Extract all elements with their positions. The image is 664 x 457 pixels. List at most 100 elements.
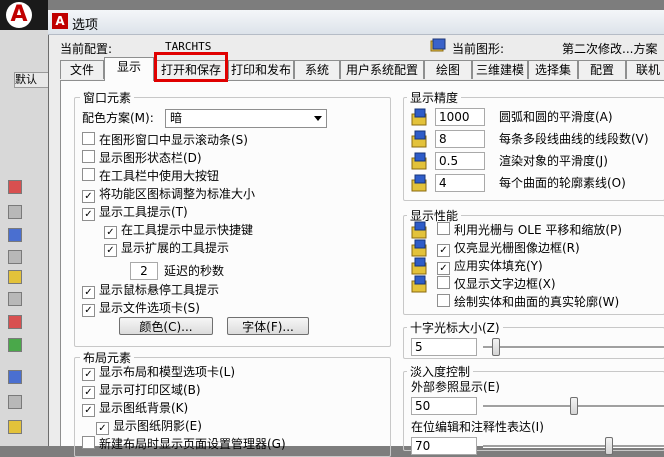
precision-input[interactable]: 1000 <box>435 108 485 126</box>
colors-button[interactable]: 颜色(C)... <box>119 317 213 335</box>
checkbox-unchecked[interactable] <box>82 150 95 163</box>
precision-input[interactable]: 8 <box>435 130 485 148</box>
checkbox-option[interactable]: 绘制实体和曲面的真实轮廓(W) <box>437 294 619 310</box>
precision-input[interactable]: 4 <box>435 174 485 192</box>
dialog-title-bar[interactable] <box>48 10 664 35</box>
checkbox-option[interactable]: ✓ 显示工具提示(T) <box>82 204 188 221</box>
checkbox-checked[interactable]: ✓ <box>82 190 95 203</box>
tool-icon[interactable] <box>8 395 22 409</box>
crosshair-size-input[interactable]: 5 <box>411 338 477 356</box>
precision-icon <box>411 174 427 192</box>
display-resolution-title: 显示精度 <box>407 89 462 106</box>
checkbox-checked[interactable]: ✓ <box>96 422 109 435</box>
dialog-app-icon: A <box>52 13 68 29</box>
checkbox-unchecked[interactable] <box>437 294 450 307</box>
checkbox-label: 在工具提示中显示快捷键 <box>121 223 254 237</box>
checkbox-label: 显示可打印区域(B) <box>99 383 201 397</box>
checkbox-option[interactable]: ✓ 显示图纸背景(K) <box>82 400 188 417</box>
performance-icon <box>411 257 427 275</box>
checkbox-option[interactable]: 在图形窗口中显示滚动条(S) <box>82 132 248 148</box>
precision-label: 每个曲面的轮廓素线(O) <box>499 176 626 190</box>
tab-4[interactable]: 系统 <box>294 60 340 79</box>
tab-8[interactable]: 选择集 <box>528 60 578 79</box>
tool-icon[interactable] <box>8 315 22 329</box>
checkbox-checked[interactable]: ✓ <box>82 208 95 221</box>
checkbox-option[interactable]: ✓ 显示鼠标悬停工具提示 <box>82 282 219 299</box>
tool-icon[interactable] <box>8 370 22 384</box>
checkbox-option[interactable]: 新建布局时显示页面设置管理器(G) <box>82 436 286 452</box>
tool-icon[interactable] <box>8 228 22 242</box>
crosshair-slider-track[interactable] <box>483 346 664 349</box>
drawing-file-icon <box>430 38 446 52</box>
checkbox-label: 显示扩展的工具提示 <box>121 241 230 255</box>
tab-6[interactable]: 绘图 <box>424 60 472 79</box>
checkbox-option[interactable]: ✓ 显示布局和模型选项卡(L) <box>82 364 235 381</box>
tab-9[interactable]: 配置 <box>578 60 626 79</box>
checkbox-label: 显示文件选项卡(S) <box>99 301 200 315</box>
tooltip-delay-input[interactable]: 2 <box>130 262 158 280</box>
tab-1[interactable]: 显示 <box>104 57 154 81</box>
host-tab-default[interactable]: 默认 <box>14 72 50 88</box>
precision-icon <box>411 152 427 170</box>
checkbox-checked[interactable]: ✓ <box>437 262 450 275</box>
xref-display-label: 外部参照显示(E) <box>411 380 500 394</box>
checkbox-label: 在工具栏中使用大按钮 <box>99 169 220 183</box>
tool-icon[interactable] <box>8 270 22 284</box>
checkbox-option[interactable]: ✓ 显示文件选项卡(S) <box>82 300 200 317</box>
display-tab-panel: 窗口元素 配色方案(M): 暗 2 延迟的秒数 颜色(C)... 字体(F)..… <box>60 80 664 457</box>
tool-icon[interactable] <box>8 292 22 306</box>
color-scheme-select[interactable]: 暗 <box>165 109 327 128</box>
checkbox-label: 仅显示文字边框(X) <box>454 277 556 291</box>
checkbox-option[interactable]: ✓ 显示扩展的工具提示 <box>104 240 230 257</box>
checkbox-checked[interactable]: ✓ <box>104 226 117 239</box>
checkbox-option[interactable]: 显示图形状态栏(D) <box>82 150 202 166</box>
tab-3[interactable]: 打印和发布 <box>228 60 294 79</box>
checkbox-checked[interactable]: ✓ <box>82 286 95 299</box>
checkbox-option[interactable]: ✓ 将功能区图标调整为标准大小 <box>82 186 255 203</box>
checkbox-unchecked[interactable] <box>82 132 95 145</box>
checkbox-label: 显示图纸阴影(E) <box>113 419 202 433</box>
tool-icon[interactable] <box>8 250 22 264</box>
xref-slider-thumb[interactable] <box>570 397 578 415</box>
color-scheme-value: 暗 <box>170 111 183 125</box>
checkbox-checked[interactable]: ✓ <box>82 386 95 399</box>
tab-5[interactable]: 用户系统配置 <box>340 60 424 79</box>
checkbox-label: 新建布局时显示页面设置管理器(G) <box>99 437 286 451</box>
checkbox-label: 应用实体填充(Y) <box>454 259 543 273</box>
window-elements-title: 窗口元素 <box>80 89 135 106</box>
highlight-box <box>154 52 228 82</box>
checkbox-unchecked[interactable] <box>82 436 95 449</box>
tool-icon[interactable] <box>8 338 22 352</box>
tool-icon[interactable] <box>8 420 22 434</box>
checkbox-option[interactable]: ✓ 应用实体填充(Y) <box>437 258 543 275</box>
checkbox-option[interactable]: 仅显示文字边框(X) <box>437 276 556 292</box>
crosshair-slider-thumb[interactable] <box>491 338 500 356</box>
checkbox-unchecked[interactable] <box>437 222 450 235</box>
tooltip-delay-label: 延迟的秒数 <box>164 264 225 278</box>
xref-display-input[interactable]: 50 <box>411 397 477 415</box>
checkbox-unchecked[interactable] <box>82 168 95 181</box>
fonts-button[interactable]: 字体(F)... <box>227 317 309 335</box>
tab-7[interactable]: 三维建模 <box>472 60 528 79</box>
inplace-slider-thumb[interactable] <box>604 437 613 455</box>
checkbox-checked[interactable]: ✓ <box>82 404 95 417</box>
checkbox-option[interactable]: ✓ 在工具提示中显示快捷键 <box>104 222 254 239</box>
checkbox-checked[interactable]: ✓ <box>437 244 450 257</box>
inplace-edit-input[interactable]: 70 <box>411 437 477 455</box>
checkbox-option[interactable]: ✓ 仅亮显光栅图像边框(R) <box>437 240 580 257</box>
tool-icon[interactable] <box>8 180 22 194</box>
checkbox-option[interactable]: ✓ 显示图纸阴影(E) <box>96 418 202 435</box>
tab-0[interactable]: 文件 <box>60 60 104 79</box>
inplace-slider-track[interactable] <box>483 445 664 448</box>
app-logo-icon[interactable]: A <box>6 2 32 28</box>
checkbox-checked[interactable]: ✓ <box>82 304 95 317</box>
checkbox-unchecked[interactable] <box>437 276 450 289</box>
checkbox-option[interactable]: 在工具栏中使用大按钮 <box>82 168 219 184</box>
checkbox-option[interactable]: ✓ 显示可打印区域(B) <box>82 382 201 399</box>
checkbox-checked[interactable]: ✓ <box>104 244 117 257</box>
checkbox-checked[interactable]: ✓ <box>82 368 95 381</box>
tool-icon[interactable] <box>8 205 22 219</box>
tab-10[interactable]: 联机 <box>626 60 664 79</box>
checkbox-option[interactable]: 利用光栅与 OLE 平移和缩放(P) <box>437 222 622 238</box>
precision-input[interactable]: 0.5 <box>435 152 485 170</box>
